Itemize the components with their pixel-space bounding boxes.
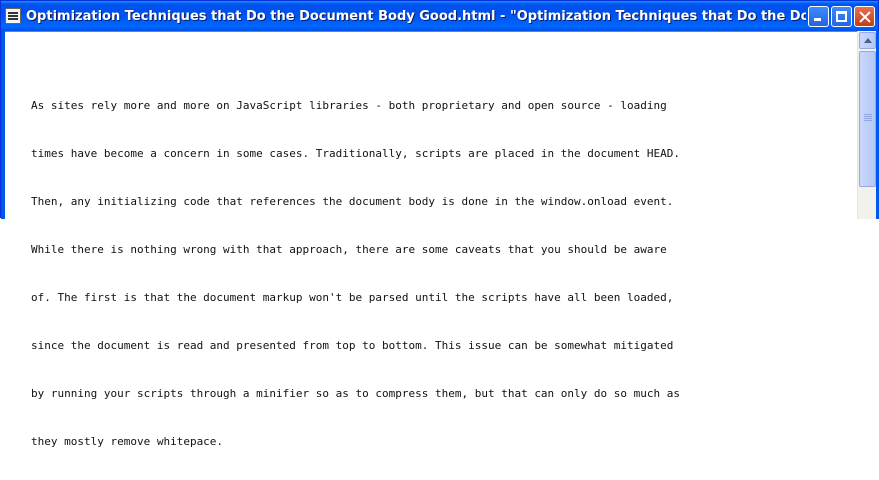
close-icon — [855, 7, 874, 26]
text-line: As sites rely more and more on JavaScrip… — [31, 99, 667, 112]
text-line: by running your scripts through a minifi… — [31, 387, 681, 400]
scroll-grip-icon — [864, 114, 872, 115]
document-text: As sites rely more and more on JavaScrip… — [31, 66, 831, 480]
document-icon[interactable] — [5, 8, 21, 24]
window: Optimization Techniques that Do the Docu… — [0, 0, 879, 448]
window-title: Optimization Techniques that Do the Docu… — [26, 8, 806, 24]
text-line: While there is nothing wrong with that a… — [31, 243, 667, 256]
maximize-button[interactable] — [831, 5, 852, 27]
text-line: of. The first is that the document marku… — [31, 291, 674, 304]
document-view[interactable]: As sites rely more and more on JavaScrip… — [5, 31, 857, 448]
text-line: they mostly remove whitepace. — [31, 435, 224, 448]
vertical-scrollbar[interactable] — [857, 31, 876, 219]
text-line: Then, any initializing code that referen… — [31, 195, 674, 208]
scroll-thumb[interactable] — [859, 51, 876, 187]
close-button[interactable] — [854, 5, 875, 27]
minimize-icon — [814, 17, 821, 21]
minimize-button[interactable] — [808, 5, 829, 27]
title-bar[interactable]: Optimization Techniques that Do the Docu… — [1, 1, 878, 31]
text-line: since the document is read and presented… — [31, 339, 674, 352]
scroll-up-button[interactable] — [859, 32, 876, 49]
text-line: times have become a concern in some case… — [31, 147, 681, 160]
maximize-icon — [836, 10, 847, 22]
